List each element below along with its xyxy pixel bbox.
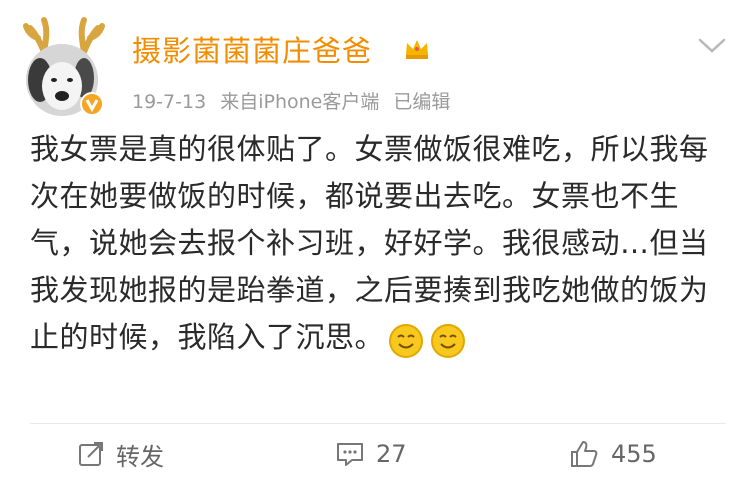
comment-icon — [337, 443, 363, 466]
repost-icon — [79, 442, 103, 466]
comment-button[interactable]: 27 — [336, 436, 407, 472]
crown-icon[interactable] — [404, 37, 430, 61]
like-button[interactable]: 455 — [569, 436, 657, 472]
divider — [30, 423, 726, 424]
smile-emoji — [431, 323, 466, 358]
post-source[interactable]: 来自iPhone客户端 — [220, 91, 379, 113]
thumbs-up-icon — [571, 441, 598, 467]
emoji-group — [388, 316, 472, 363]
edited-label[interactable]: 已编辑 — [393, 91, 450, 113]
post-body: 我女票是真的很体贴了。女票做饭很难吃，所以我每次在她要做饭的时候，都说要出去吃。… — [30, 132, 709, 354]
verified-badge-icon — [80, 92, 104, 116]
comment-count: 27 — [376, 440, 407, 468]
like-count: 455 — [611, 440, 657, 468]
chevron-down-icon[interactable] — [697, 36, 727, 56]
post-meta: 19-7-13 来自iPhone客户端 已编辑 — [132, 87, 458, 114]
repost-button[interactable]: 转发 — [78, 436, 164, 472]
avatar[interactable] — [22, 16, 114, 116]
weibo-post: 摄影菌菌菌庄爸爸 19-7-13 来自iPhone客户端 已编辑 我女票是真的很… — [0, 0, 750, 483]
repost-label: 转发 — [116, 442, 164, 471]
post-date: 19-7-13 — [132, 91, 207, 113]
smile-emoji — [389, 323, 424, 358]
post-text: 我女票是真的很体贴了。女票做饭很难吃，所以我每次在她要做饭的时候，都说要出去吃。… — [30, 126, 726, 363]
username[interactable]: 摄影菌菌菌庄爸爸 — [132, 28, 372, 70]
